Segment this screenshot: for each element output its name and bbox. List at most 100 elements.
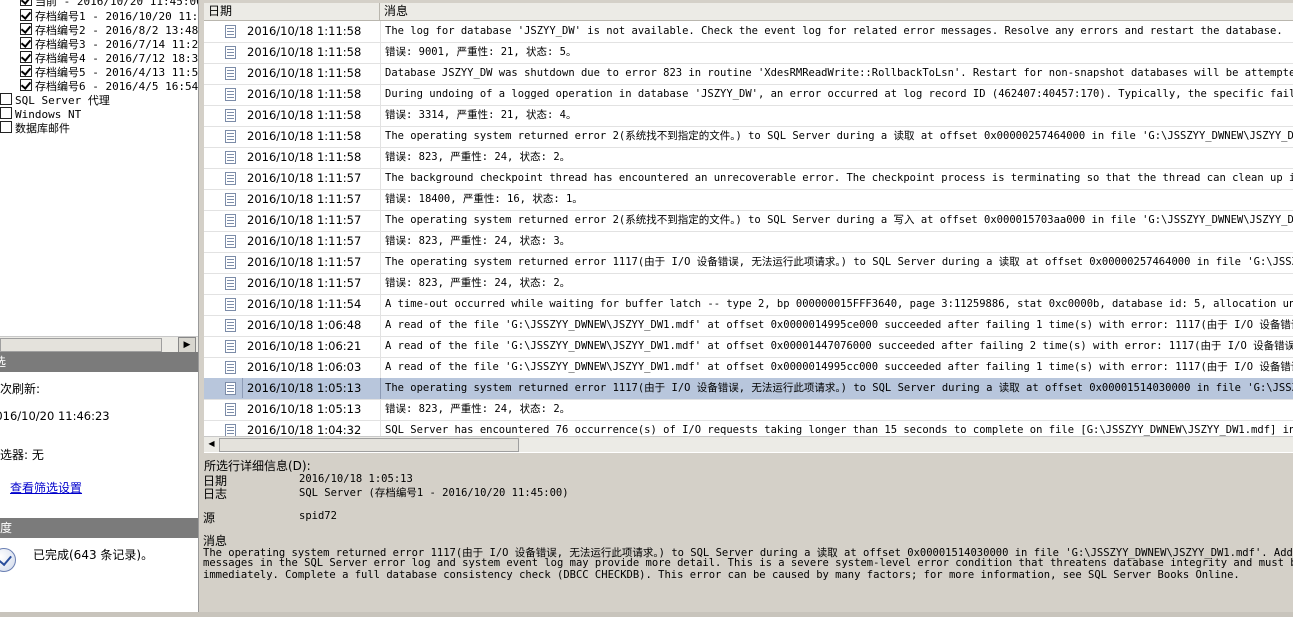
table-row[interactable]: 2016/10/18 1:05:13 错误: 823, 严重性: 24, 状态: … [204, 399, 1293, 421]
tree-horizontal-scrollbar[interactable]: ▶ [0, 336, 198, 353]
tree-item[interactable]: 数据库邮件 [0, 121, 70, 135]
row-date: 2016/10/18 1:11:58 [247, 129, 362, 143]
tree-item-label: 存档编号1 - 2016/10/20 11:45 [35, 10, 198, 23]
tree-item-label: 存档编号5 - 2016/4/13 11:52 [35, 66, 198, 79]
table-row[interactable]: 2016/10/18 1:11:58 During undoing of a lo… [204, 84, 1293, 106]
row-date: 2016/10/18 1:06:03 [247, 360, 362, 374]
table-row[interactable]: 2016/10/18 1:11:57 错误: 18400, 严重性: 16, 状态… [204, 189, 1293, 211]
tree-item[interactable]: 当前 - 2016/10/20 11:45:00 [20, 0, 198, 8]
column-divider [380, 42, 381, 63]
log-tree: 当前 - 2016/10/20 11:45:00 存档编号1 - 2016/10/… [0, 0, 198, 335]
table-row[interactable]: 2016/10/18 1:06:48 A read of the file 'G:… [204, 315, 1293, 337]
row-date: 2016/10/18 1:11:57 [247, 171, 362, 185]
log-entry-icon [225, 256, 236, 269]
grid-horizontal-scrollbar[interactable]: ◀ [204, 436, 1293, 452]
row-message: The operating system returned error 2(系统… [385, 214, 1293, 226]
tree-item-checkbox[interactable] [20, 9, 32, 21]
table-row[interactable]: 2016/10/18 1:11:58 The log for database '… [204, 21, 1293, 43]
tree-item[interactable]: Windows NT [0, 107, 81, 121]
log-entry-icon [225, 67, 236, 80]
detail-source-label: 源 [203, 511, 216, 525]
log-entry-icon [225, 46, 236, 59]
tree-item[interactable]: 存档编号2 - 2016/8/2 13:48:0 [20, 23, 198, 37]
log-entry-icon [225, 25, 236, 38]
status-strip [0, 612, 1293, 617]
tree-item-checkbox[interactable] [20, 79, 32, 91]
tree-item[interactable]: SQL Server 代理 [0, 93, 110, 107]
row-message: A read of the file 'G:\JSSZYY_DWNEW\JSZY… [385, 319, 1293, 331]
row-message: Database JSZYY_DW was shutdown due to er… [385, 67, 1293, 79]
column-header-message[interactable]: 消息 [380, 3, 1293, 20]
scroll-thumb[interactable] [219, 438, 519, 452]
tree-item-checkbox[interactable] [20, 65, 32, 77]
table-row[interactable]: 2016/10/18 1:11:57 The operating system r… [204, 252, 1293, 274]
column-divider [380, 336, 381, 357]
progress-panel-title: 进度 [0, 521, 13, 535]
row-date: 2016/10/18 1:11:54 [247, 297, 362, 311]
tree-item-checkbox[interactable] [0, 121, 12, 133]
log-entry-icon [225, 130, 236, 143]
tree-item[interactable]: 存档编号1 - 2016/10/20 11:45 [20, 9, 198, 23]
table-row[interactable]: 2016/10/18 1:11:57 错误: 823, 严重性: 24, 状态: … [204, 273, 1293, 295]
log-entry-icon [225, 151, 236, 164]
detail-message-line: messages in the SQL Server error log and… [203, 557, 1293, 569]
tree-item-checkbox[interactable] [20, 0, 32, 6]
view-filter-settings-link[interactable]: 查看筛选设置 [10, 479, 82, 496]
column-divider [380, 231, 381, 252]
column-divider [380, 84, 381, 105]
detail-date-value: 2016/10/18 1:05:13 [299, 473, 413, 485]
table-row[interactable]: 2016/10/18 1:11:58 错误: 3314, 严重性: 21, 状态:… [204, 105, 1293, 127]
table-row[interactable]: 2016/10/18 1:11:57 错误: 823, 严重性: 24, 状态: … [204, 231, 1293, 253]
table-row[interactable]: 2016/10/18 1:11:58 The operating system r… [204, 126, 1293, 148]
row-message: A read of the file 'G:\JSSZYY_DWNEW\JSZY… [385, 340, 1293, 352]
tree-item-checkbox[interactable] [20, 23, 32, 35]
table-row[interactable]: 2016/10/18 1:11:57 The operating system r… [204, 210, 1293, 232]
tree-item-label: 存档编号6 - 2016/4/5 16:54:0 [35, 80, 198, 93]
table-row[interactable]: 2016/10/18 1:05:13 The operating system r… [204, 378, 1293, 400]
column-divider [380, 294, 381, 315]
log-entry-icon [225, 88, 236, 101]
log-entry-icon [225, 361, 236, 374]
log-entry-icon [225, 319, 236, 332]
table-row[interactable]: 2016/10/18 1:11:58 错误: 823, 严重性: 24, 状态: … [204, 147, 1293, 169]
column-divider [380, 357, 381, 378]
filter-panel-header: 选 [0, 352, 198, 372]
left-pane: 当前 - 2016/10/20 11:45:00 存档编号1 - 2016/10/… [0, 0, 199, 612]
row-message: 错误: 823, 严重性: 24, 状态: 3。 [385, 235, 571, 247]
row-date: 2016/10/18 1:05:13 [247, 381, 362, 395]
table-row[interactable]: 2016/10/18 1:06:21 A read of the file 'G:… [204, 336, 1293, 358]
column-divider [380, 105, 381, 126]
log-entry-icon [225, 382, 236, 395]
column-divider [380, 399, 381, 420]
row-date: 2016/10/18 1:11:57 [247, 276, 362, 290]
log-entry-icon [225, 193, 236, 206]
row-message: During undoing of a logged operation in … [385, 88, 1293, 100]
table-row[interactable]: 2016/10/18 1:11:54 A time-out occurred wh… [204, 294, 1293, 316]
tree-item[interactable]: 存档编号6 - 2016/4/5 16:54:0 [20, 79, 198, 93]
log-entry-icon [225, 403, 236, 416]
row-date: 2016/10/18 1:06:48 [247, 318, 362, 332]
log-entry-icon [225, 298, 236, 311]
table-row[interactable]: 2016/10/18 1:06:03 A read of the file 'G:… [204, 357, 1293, 379]
column-header-date[interactable]: 日期 [204, 3, 380, 20]
column-divider [380, 315, 381, 336]
tree-item-checkbox[interactable] [20, 51, 32, 63]
tree-item[interactable]: 存档编号5 - 2016/4/13 11:52 [20, 65, 198, 79]
table-row[interactable]: 2016/10/18 1:11:58 错误: 9001, 严重性: 21, 状态:… [204, 42, 1293, 64]
last-refresh-label: 上次刷新: [0, 382, 41, 396]
detail-source-value: spid72 [299, 510, 337, 522]
tree-item[interactable]: 存档编号4 - 2016/7/12 18:32 [20, 51, 198, 65]
scroll-right-icon[interactable]: ▶ [178, 337, 196, 353]
tree-item-checkbox[interactable] [0, 107, 12, 119]
table-row[interactable]: 2016/10/18 1:11:57 The background checkpo… [204, 168, 1293, 190]
row-message: A read of the file 'G:\JSSZYY_DWNEW\JSZY… [385, 361, 1293, 373]
table-row[interactable]: 2016/10/18 1:11:58 Database JSZYY_DW was … [204, 63, 1293, 85]
scroll-left-icon[interactable]: ◀ [205, 437, 218, 451]
row-date: 2016/10/18 1:11:58 [247, 87, 362, 101]
tree-item-checkbox[interactable] [0, 93, 12, 105]
log-entry-icon [225, 172, 236, 185]
tree-item[interactable]: 存档编号3 - 2016/7/14 11:28 [20, 37, 198, 51]
column-divider [380, 378, 381, 399]
scroll-thumb[interactable] [0, 338, 162, 352]
tree-item-checkbox[interactable] [20, 37, 32, 49]
